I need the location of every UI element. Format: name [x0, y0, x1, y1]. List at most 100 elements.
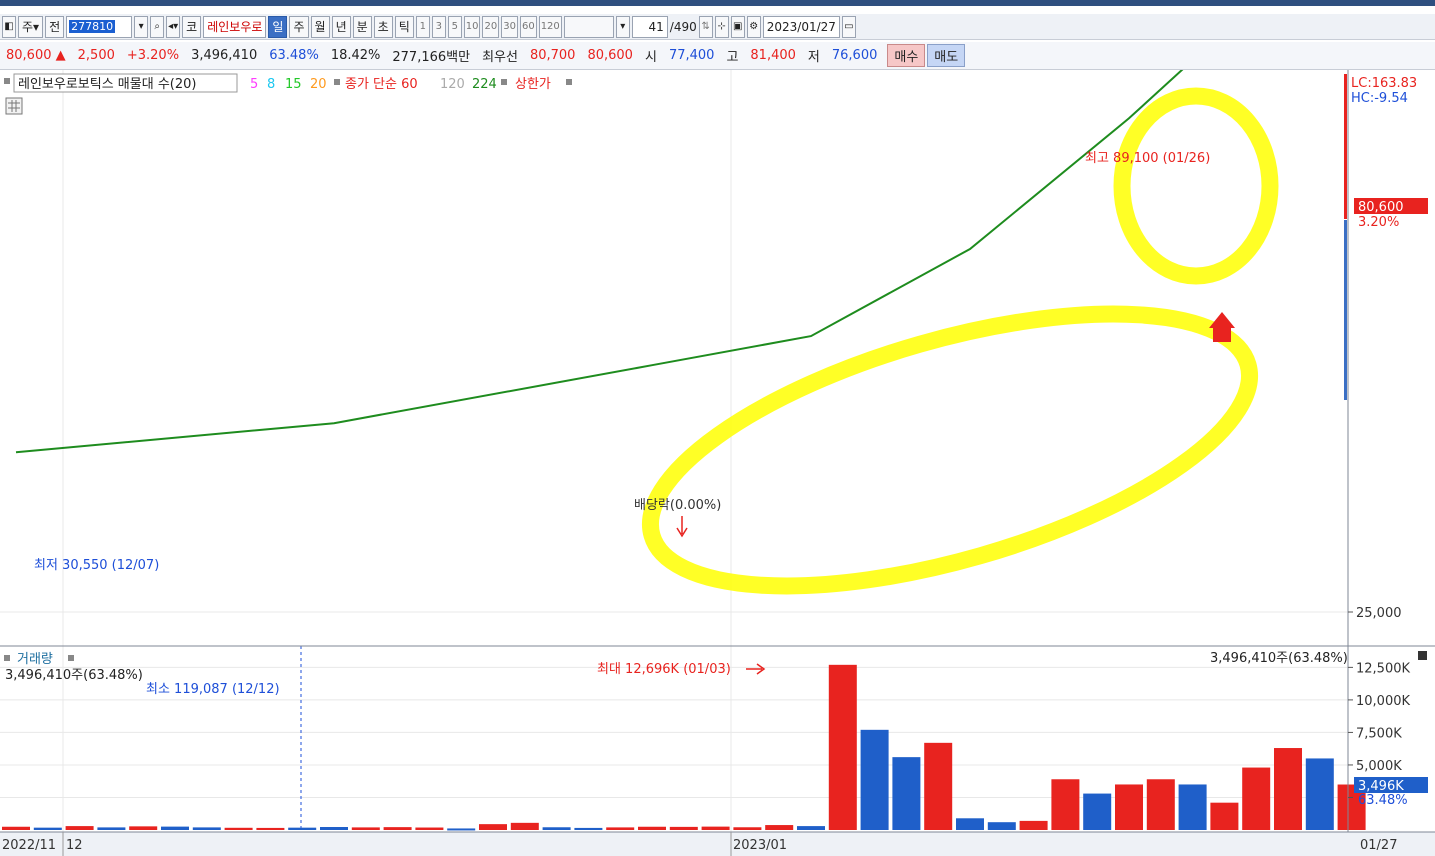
volume-bar	[479, 824, 507, 830]
volume-bar	[1019, 820, 1048, 830]
best-quote-label: 최우선	[482, 50, 518, 65]
volume-bar	[129, 826, 158, 830]
legend-ma15: 15	[285, 77, 302, 92]
window-menu-icon[interactable]: ◧	[2, 15, 16, 38]
volume-last-tag-text: 3,496K	[1358, 779, 1404, 794]
speaker-icon[interactable]: ◂▾	[166, 15, 181, 38]
interval-custom-input[interactable]	[563, 15, 614, 38]
best-bid: 80,600	[587, 48, 633, 63]
range-bar-down	[1344, 220, 1347, 400]
volume-bar	[288, 827, 317, 830]
volume-bar	[161, 826, 189, 830]
dividend-annotation: 배당락(0.00%)	[634, 498, 721, 513]
period-tab-week[interactable]: 주	[289, 15, 309, 38]
code-dropdown-icon[interactable]: ▾	[134, 15, 149, 38]
interval-120[interactable]: 120	[538, 15, 562, 38]
volume-bar	[33, 827, 62, 830]
legend-marker-icon	[566, 79, 572, 85]
interval-dropdown-icon[interactable]: ▾	[615, 15, 630, 38]
calendar-icon[interactable]: ▭	[841, 15, 856, 38]
legend-marker-icon	[4, 78, 10, 84]
buy-button[interactable]: 매수	[887, 44, 926, 67]
save-icon[interactable]: ▣	[730, 15, 745, 38]
high-label: 고	[726, 50, 739, 65]
volume-bar	[828, 664, 857, 830]
interval-5[interactable]: 5	[447, 15, 462, 38]
volume-bar	[606, 827, 635, 830]
volume-axis-label: 5,000K	[1356, 759, 1402, 774]
window-title-strip	[0, 0, 1435, 6]
period-tab-second[interactable]: 초	[373, 15, 393, 38]
volume-max-annotation: 최대 12,696K (01/03)	[597, 662, 731, 677]
volume-axis-label: 7,500K	[1356, 726, 1402, 741]
crosshair-icon[interactable]: ⊹	[714, 15, 729, 38]
volume-bar	[924, 742, 953, 830]
interval-10[interactable]: 10	[463, 15, 481, 38]
legend-ma5: 5	[250, 77, 258, 92]
period-tab-minute[interactable]: 분	[352, 15, 372, 38]
interval-1[interactable]: 1	[415, 15, 430, 38]
current-price: 80,600 ▲	[6, 48, 66, 63]
compare-icon[interactable]: ⇅	[698, 15, 713, 38]
interval-30[interactable]: 30	[501, 15, 518, 38]
panel-close-icon[interactable]	[1418, 651, 1427, 660]
interval-60[interactable]: 60	[519, 15, 537, 38]
volume-bar	[447, 828, 476, 831]
best-ask: 80,700	[529, 48, 576, 63]
interval-20[interactable]: 20	[482, 15, 500, 38]
volume-bar	[1115, 784, 1143, 830]
volume-bar	[224, 827, 253, 830]
up-arrow-icon: ▲	[55, 48, 66, 63]
search-icon[interactable]: ⌕	[150, 15, 165, 38]
high-annotation: 최고 89,100 (01/26)	[1085, 151, 1210, 166]
date-input[interactable]: 2023/01/27	[762, 15, 840, 38]
stock-code-input[interactable]: 277810	[66, 15, 133, 38]
interval-3[interactable]: 3	[431, 15, 446, 38]
stock-name-field[interactable]: 레인보우로	[203, 15, 267, 38]
volume-bar	[892, 757, 921, 830]
market-label: 코	[182, 15, 202, 38]
volume-bar	[574, 827, 603, 830]
volume-bar	[638, 826, 666, 830]
period-tab-month[interactable]: 월	[310, 15, 330, 38]
volume-bar	[1305, 758, 1334, 830]
price-change: 2,500	[77, 48, 115, 63]
volume-min-annotation: 최소 119,087 (12/12)	[146, 682, 280, 697]
x-label-12: 12	[66, 838, 83, 853]
lc-label: LC:163.83	[1351, 76, 1417, 91]
legend-ma224: 224	[472, 77, 497, 92]
volume-bar	[97, 827, 126, 830]
volume-bar	[797, 826, 825, 830]
legend-ma60: 종가 단순 60	[345, 77, 418, 92]
bar-count-input[interactable]: 41	[631, 15, 668, 38]
stock-chart[interactable]: 25,00030,00035,00040,00045,00050,00055,0…	[0, 70, 1435, 856]
change-percent: +3.20%	[126, 48, 180, 63]
open-price: 77,400	[668, 48, 715, 63]
period-tab-tick[interactable]: 틱	[394, 15, 414, 38]
volume-bar	[956, 818, 984, 830]
legend-marker-icon	[334, 79, 340, 85]
volume-ratio: 63.48%	[269, 48, 319, 63]
volume-bar	[320, 827, 348, 830]
period-tab-day[interactable]: 일	[268, 15, 288, 38]
sell-button[interactable]: 매도	[927, 44, 966, 67]
x-label-last-date: 01/27	[1360, 838, 1397, 853]
volume-bar	[1083, 793, 1112, 830]
prev-button[interactable]: 전	[45, 15, 65, 38]
volume-bar	[1146, 779, 1175, 830]
table-icon[interactable]	[5, 97, 23, 115]
legend-ma120: 120	[440, 77, 465, 92]
volume-bar	[256, 827, 285, 830]
open-label: 시	[644, 50, 657, 65]
vol-legend-marker-icon	[68, 655, 74, 661]
gear-icon[interactable]: ⚙	[746, 15, 761, 38]
volume-bar	[987, 822, 1016, 830]
volume-last-pct: 63.48%	[1358, 793, 1408, 808]
volume-bar	[351, 827, 380, 830]
volume-bar	[860, 729, 889, 830]
chart-type-select[interactable]: 주 ▾	[18, 15, 44, 38]
period-tab-year[interactable]: 년	[331, 15, 351, 38]
legend-title: 레인보우로보틱스 매물대 수(20)	[18, 77, 196, 92]
last-price-tag-text: 80,600	[1358, 200, 1404, 215]
trade-amount: 277,166백만	[392, 50, 471, 65]
